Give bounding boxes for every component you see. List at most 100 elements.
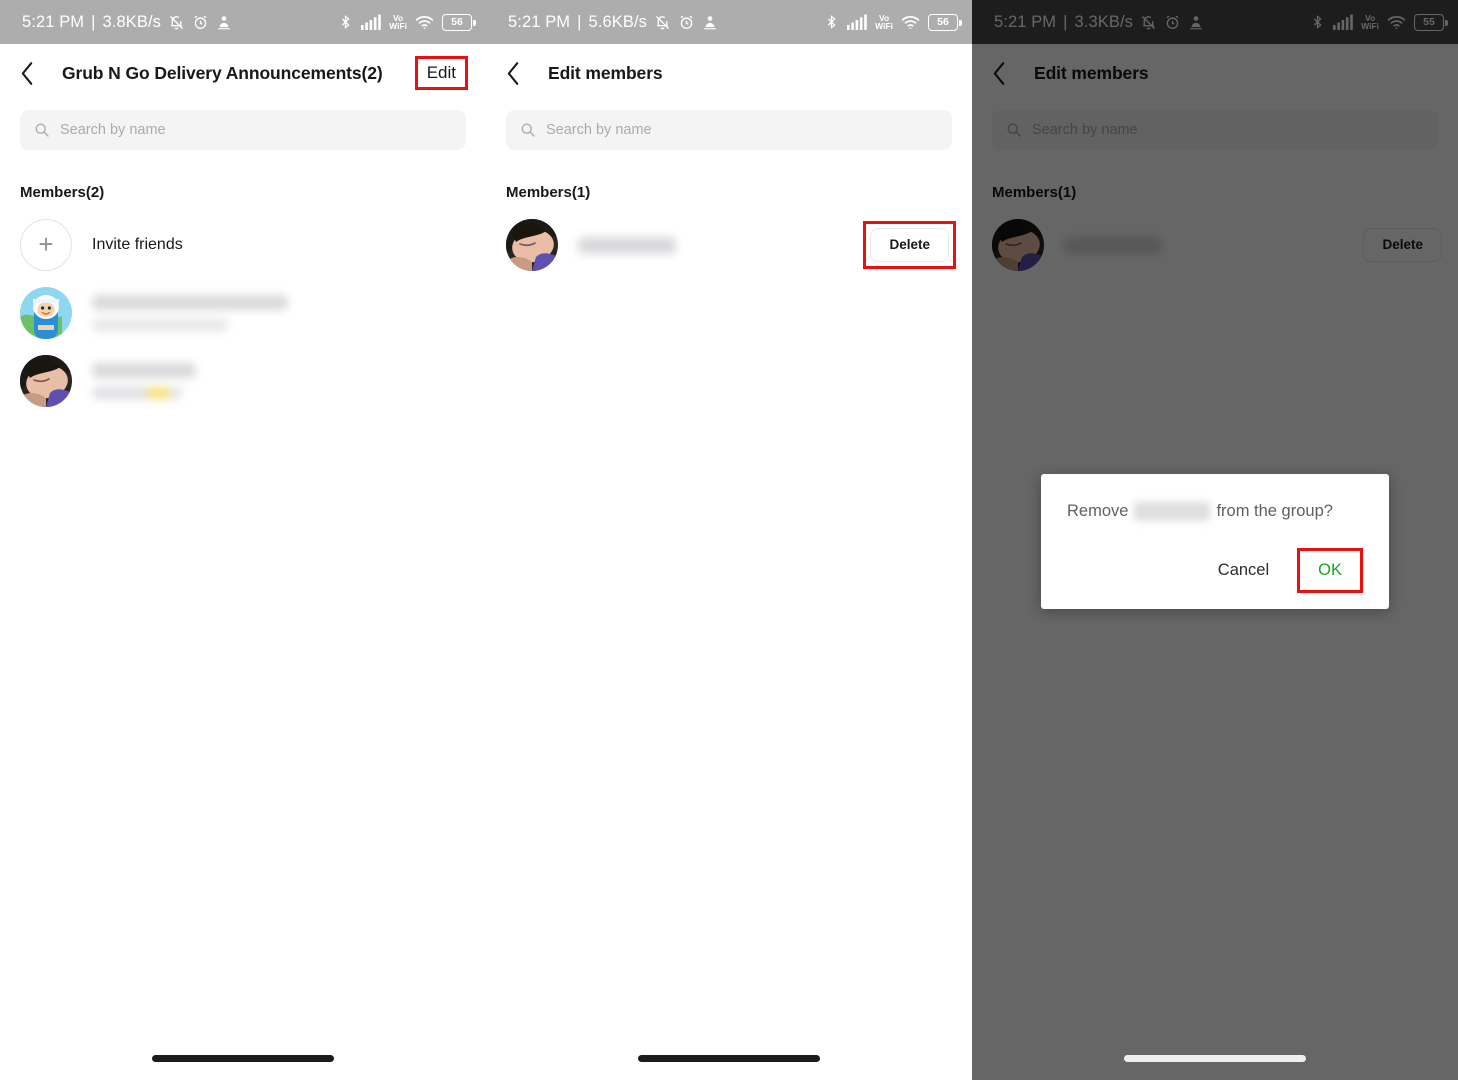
page-title: Edit members	[1034, 62, 1149, 83]
bluetooth-icon	[1310, 13, 1325, 31]
status-bar: 5:21 PM | 3.8KB/s Vo WiFi 56	[0, 0, 486, 44]
panel-edit-members: 5:21 PM | 5.6KB/s Vo WiFi 56 Edit member…	[486, 0, 972, 1080]
avatar	[20, 355, 72, 407]
app-bar: Grub N Go Delivery Announcements(2) Edit	[0, 44, 486, 102]
members-list: + Invite friends	[0, 211, 486, 415]
delete-button-highlight: Delete	[863, 221, 956, 269]
invite-friends-row[interactable]: + Invite friends	[0, 211, 486, 279]
bluetooth-icon	[338, 13, 353, 31]
search-placeholder: Search by name	[1032, 122, 1138, 138]
bluetooth-icon	[824, 13, 839, 31]
volte-wifi-icon: Vo WiFi	[875, 12, 893, 31]
status-left: 5:21 PM | 5.6KB/s	[508, 13, 718, 32]
plus-icon: +	[20, 219, 72, 271]
avatar	[20, 287, 72, 339]
search-placeholder: Search by name	[546, 122, 652, 138]
home-indicator	[638, 1055, 820, 1062]
battery-indicator: 56	[442, 13, 476, 31]
avatar	[992, 219, 1044, 271]
member-name-block	[92, 295, 470, 331]
status-separator: |	[577, 12, 582, 31]
status-right: Vo WiFi 56	[824, 12, 962, 31]
members-section-title: Members(1)	[506, 184, 591, 201]
cellular-signal-icon	[847, 14, 867, 30]
avatar	[506, 219, 558, 271]
download-person-icon	[1188, 14, 1204, 31]
status-left: 5:21 PM | 3.8KB/s	[22, 13, 232, 32]
remove-member-dialog: Remove from the group? Cancel OK	[1041, 474, 1389, 609]
status-network-speed: 3.3KB/s	[1074, 12, 1134, 31]
edit-button-highlight: Edit	[414, 56, 468, 90]
search-field[interactable]: Search by name	[20, 110, 466, 150]
member-name-redacted	[578, 236, 676, 254]
screenshot-triptych: 5:21 PM | 3.8KB/s Vo WiFi 56 Grub N Go D…	[0, 0, 1458, 1080]
search-field[interactable]: Search by name	[506, 110, 952, 150]
page-title: Edit members	[548, 62, 663, 83]
member-name-block	[578, 236, 863, 254]
mute-bell-icon	[654, 14, 671, 31]
search-field[interactable]: Search by name	[992, 110, 1438, 150]
home-indicator	[1124, 1055, 1306, 1062]
battery-indicator: 55	[1414, 13, 1448, 31]
status-separator: |	[91, 12, 96, 31]
member-row[interactable]: Delete	[972, 211, 1458, 279]
back-button[interactable]	[506, 55, 536, 91]
status-separator: |	[1063, 12, 1068, 31]
alarm-clock-icon	[192, 14, 209, 31]
member-name-block	[1064, 236, 1363, 254]
status-bar: 5:21 PM | 3.3KB/s Vo WiFi 55	[972, 0, 1458, 44]
member-subtitle-redacted	[92, 319, 228, 331]
panel-edit-members-confirm: 5:21 PM | 3.3KB/s Vo WiFi 55 Edit member…	[972, 0, 1458, 1080]
dialog-subject-redacted	[1134, 501, 1211, 521]
status-left: 5:21 PM | 3.3KB/s	[994, 13, 1204, 32]
member-name-redacted	[1064, 236, 1162, 254]
edit-button[interactable]: Edit	[423, 62, 460, 83]
status-network-speed: 5.6KB/s	[588, 12, 648, 31]
cancel-button[interactable]: Cancel	[1204, 554, 1283, 587]
back-button[interactable]	[20, 55, 50, 91]
page-title: Grub N Go Delivery Announcements(2)	[62, 62, 383, 83]
ok-button[interactable]: OK	[1306, 554, 1354, 587]
app-bar: Edit members	[972, 44, 1458, 102]
mute-bell-icon	[168, 14, 185, 31]
search-placeholder: Search by name	[60, 122, 166, 138]
volte-wifi-icon: Vo WiFi	[389, 12, 407, 31]
member-row[interactable]	[0, 347, 486, 415]
member-name-redacted	[92, 295, 288, 310]
member-row[interactable]	[0, 279, 486, 347]
dialog-actions: Cancel OK	[1067, 548, 1363, 599]
panel-group-detail: 5:21 PM | 3.8KB/s Vo WiFi 56 Grub N Go D…	[0, 0, 486, 1080]
delete-button[interactable]: Delete	[870, 228, 949, 262]
search-icon	[1006, 122, 1022, 138]
status-bar: 5:21 PM | 5.6KB/s Vo WiFi 56	[486, 0, 972, 44]
dialog-message-suffix: from the group?	[1216, 502, 1333, 520]
status-time: 5:21 PM	[22, 12, 85, 31]
cellular-signal-icon	[1333, 14, 1353, 30]
members-section-title: Members(1)	[992, 184, 1077, 201]
home-indicator	[152, 1055, 334, 1062]
app-bar: Edit members	[486, 44, 972, 102]
member-name-redacted	[92, 363, 196, 378]
members-list: Delete	[972, 211, 1458, 279]
delete-button[interactable]: Delete	[1363, 228, 1442, 262]
status-time: 5:21 PM	[994, 12, 1057, 31]
wifi-icon	[901, 15, 920, 30]
wifi-icon	[415, 15, 434, 30]
back-button[interactable]	[992, 55, 1022, 91]
member-name-block	[92, 363, 470, 399]
members-section-title: Members(2)	[20, 184, 105, 201]
download-person-icon	[216, 14, 232, 31]
status-right: Vo WiFi 55	[1310, 12, 1448, 31]
battery-indicator: 56	[928, 13, 962, 31]
dialog-message-prefix: Remove	[1067, 502, 1129, 520]
alarm-clock-icon	[678, 14, 695, 31]
mute-bell-icon	[1140, 14, 1157, 31]
cellular-signal-icon	[361, 14, 381, 30]
members-list: Delete	[486, 211, 972, 279]
search-icon	[34, 122, 50, 138]
member-subtitle-redacted	[92, 387, 182, 399]
member-row[interactable]: Delete	[486, 211, 972, 279]
dialog-message: Remove from the group?	[1067, 500, 1363, 522]
volte-wifi-icon: Vo WiFi	[1361, 12, 1379, 31]
status-network-speed: 3.8KB/s	[102, 12, 162, 31]
